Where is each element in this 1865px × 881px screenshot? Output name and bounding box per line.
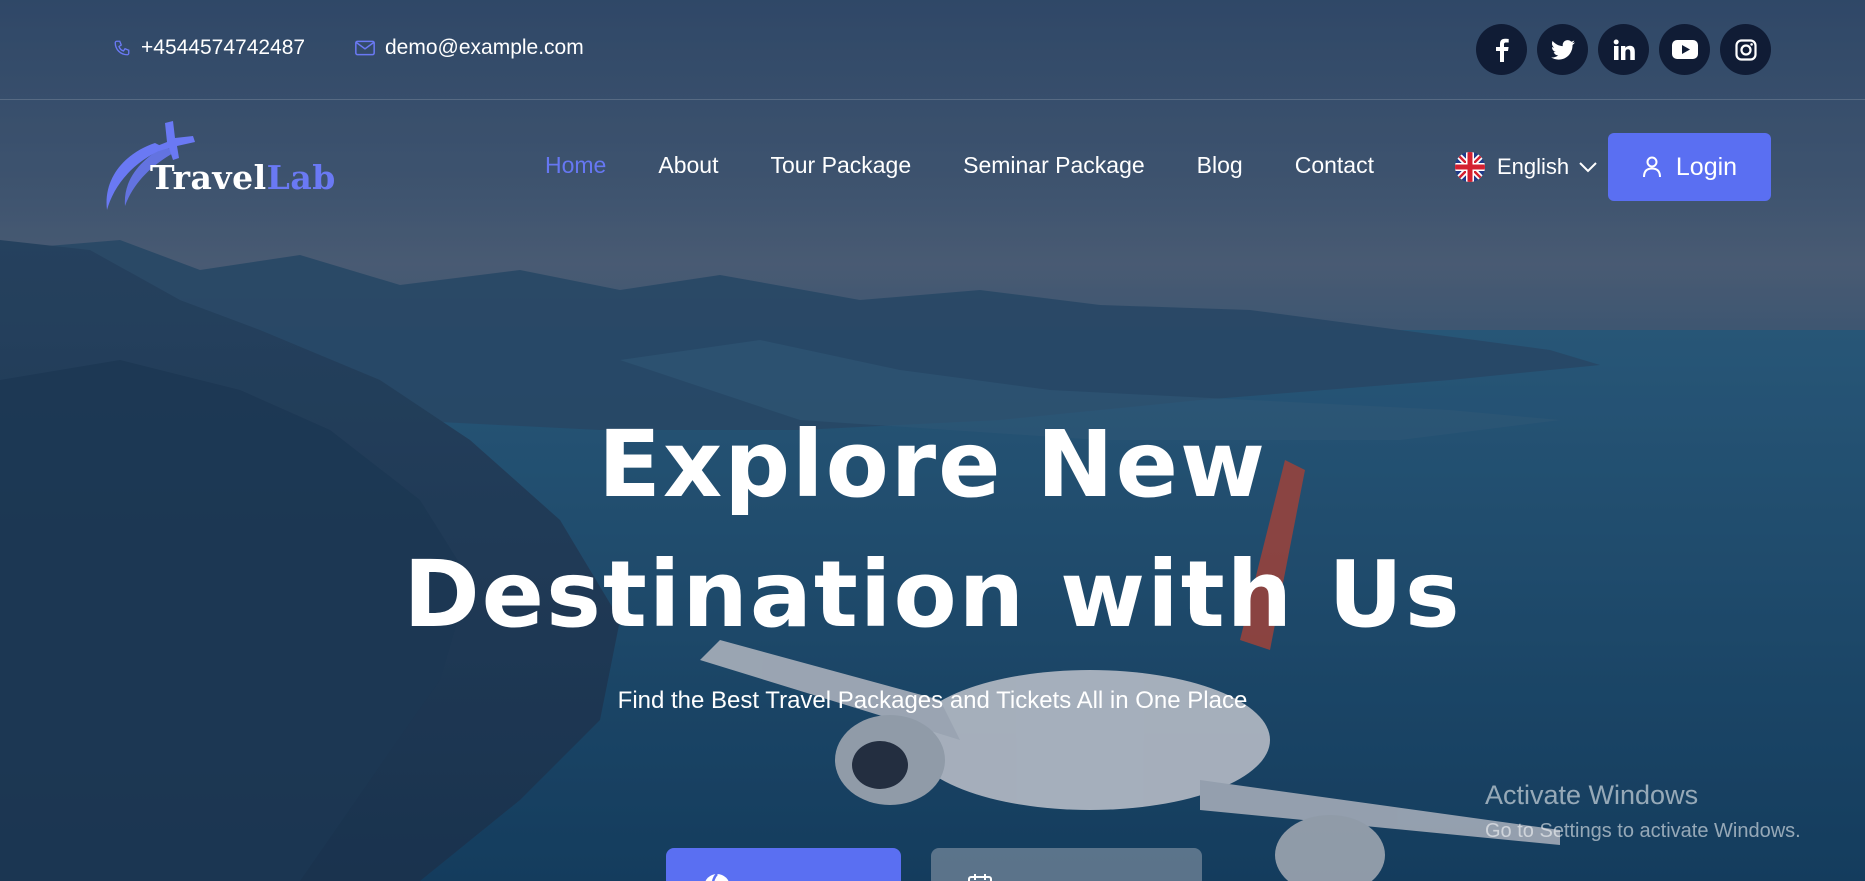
social-links xyxy=(1476,24,1771,75)
youtube-link[interactable] xyxy=(1659,24,1710,75)
linkedin-icon xyxy=(1613,39,1635,60)
nav-item-contact[interactable]: Contact xyxy=(1295,152,1374,179)
language-selector[interactable]: English xyxy=(1455,152,1597,182)
hero-headline-line2: Destination with Us xyxy=(403,541,1462,648)
login-label: Login xyxy=(1675,152,1738,181)
hero-subtitle: Find the Best Travel Packages and Ticket… xyxy=(617,687,1248,714)
hero-headline-line1: Explore New xyxy=(598,411,1267,518)
brand-name: TravelLab xyxy=(150,158,336,197)
facebook-icon xyxy=(1495,38,1509,62)
facebook-link[interactable] xyxy=(1476,24,1527,75)
nav-item-seminar-package[interactable]: Seminar Package xyxy=(963,152,1145,179)
activate-windows-subtitle: Go to Settings to activate Windows. xyxy=(1485,820,1801,842)
uk-flag-icon xyxy=(1455,152,1485,182)
linkedin-link[interactable] xyxy=(1598,24,1649,75)
nav-item-about[interactable]: About xyxy=(658,152,718,179)
language-label: English xyxy=(1497,154,1570,179)
nav-item-tour-package[interactable]: Tour Package xyxy=(770,152,911,179)
phone-number: +4544574742487 xyxy=(141,36,306,59)
chevron-down-icon xyxy=(1579,162,1597,173)
twitter-link[interactable] xyxy=(1537,24,1588,75)
login-button[interactable]: Login xyxy=(1608,133,1771,201)
email-contact[interactable]: demo@example.com xyxy=(355,36,584,60)
hero-secondary-button[interactable] xyxy=(931,848,1202,881)
email-address: demo@example.com xyxy=(385,36,584,59)
mail-icon xyxy=(355,40,375,56)
brand-name-part1: Travel xyxy=(150,158,267,197)
phone-contact[interactable]: +4544574742487 xyxy=(113,36,305,60)
nav-item-blog[interactable]: Blog xyxy=(1197,152,1243,179)
phone-icon xyxy=(114,40,130,56)
brand-logo[interactable]: TravelLab xyxy=(95,118,335,218)
twitter-icon xyxy=(1550,39,1575,60)
globe-icon xyxy=(705,873,729,881)
instagram-icon xyxy=(1734,38,1757,61)
top-bar: +4544574742487 demo@example.com xyxy=(0,0,1865,100)
nav-item-home[interactable]: Home xyxy=(545,152,606,179)
calendar-icon xyxy=(968,874,992,881)
hero-primary-button[interactable] xyxy=(666,848,901,881)
brand-name-part2: Lab xyxy=(266,158,336,197)
user-icon xyxy=(1642,156,1661,178)
youtube-icon xyxy=(1671,40,1698,59)
activate-windows-title: Activate Windows xyxy=(1485,780,1699,810)
main-nav: Home About Tour Package Seminar Package … xyxy=(545,152,1426,179)
instagram-link[interactable] xyxy=(1720,24,1771,75)
